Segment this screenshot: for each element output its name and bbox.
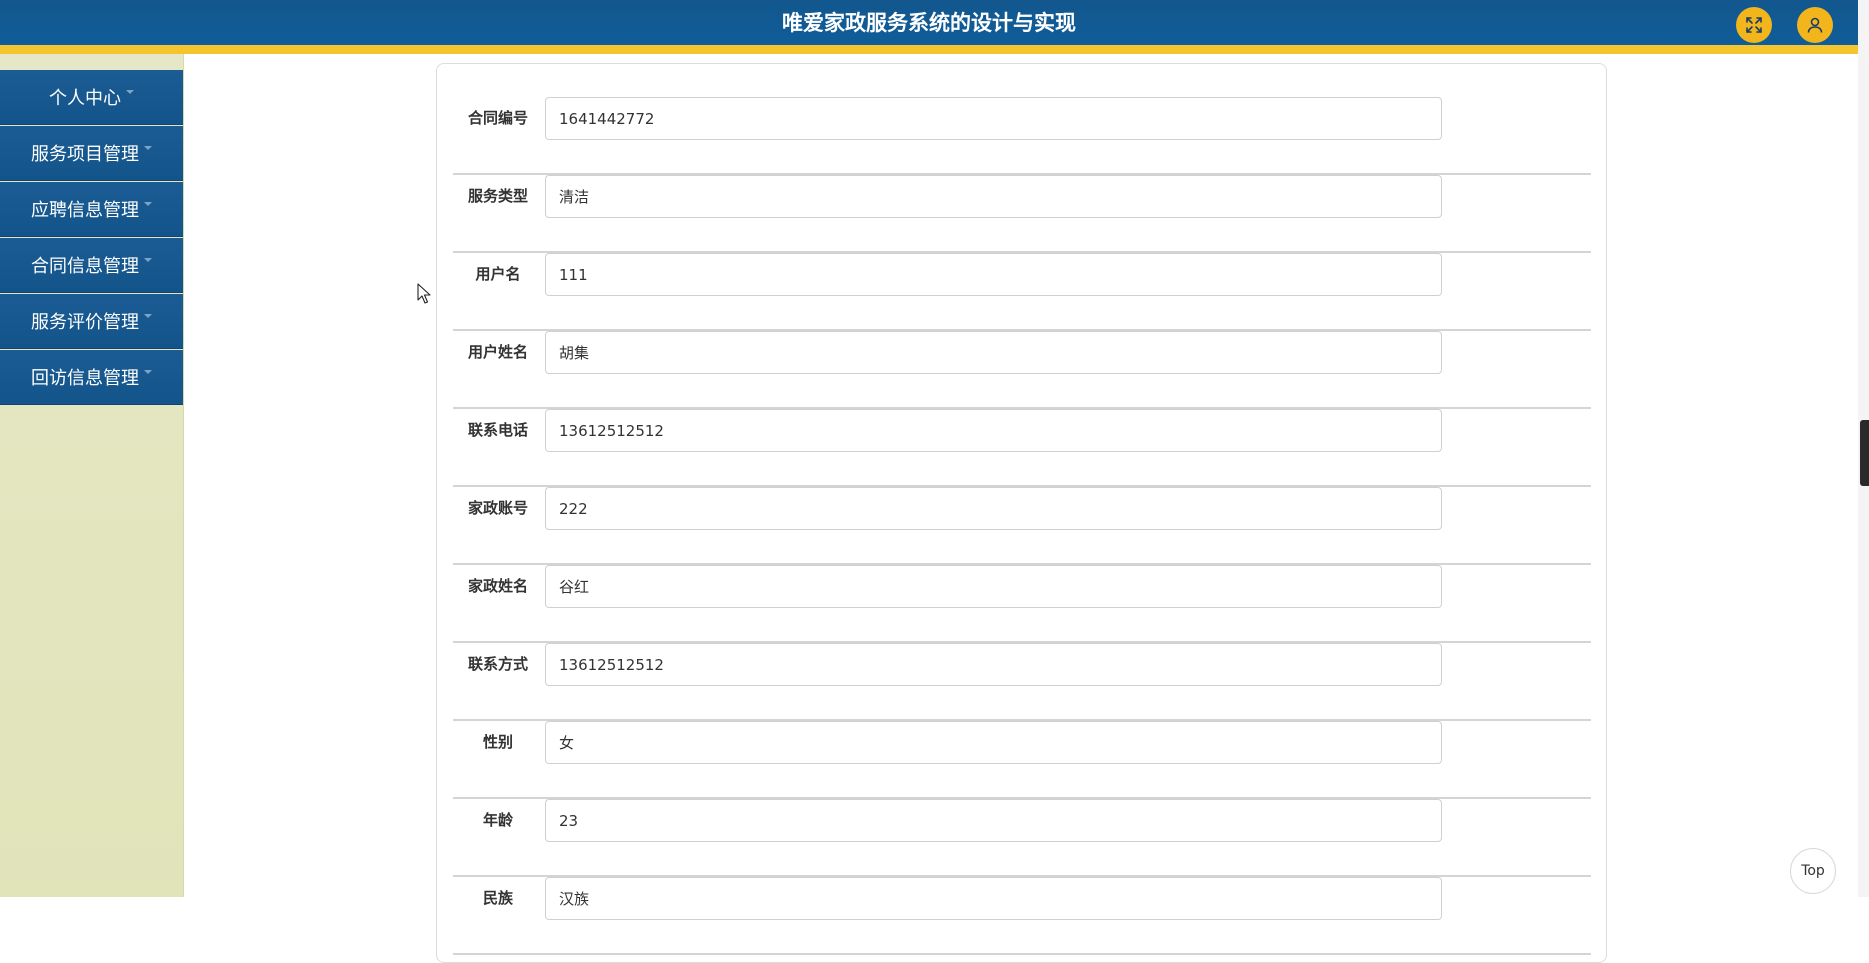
service-type-input[interactable] [545,175,1442,218]
system-title: 唯爱家政服务系统的设计与实现 [782,11,1076,35]
field-label: 用户姓名 [467,343,528,361]
sidebar-item-label: 应聘信息管理 [31,200,139,221]
contact-input[interactable] [545,643,1442,686]
field-label: 合同编号 [467,109,528,127]
form-row-gender: 性别 [453,721,1591,799]
sidebar-item-personal-center[interactable]: 个人中心 [0,70,183,125]
user-phone-input[interactable] [545,409,1442,452]
field-label: 性别 [482,733,513,751]
top-header: 唯爱家政服务系统的设计与实现 [0,0,1858,54]
fullscreen-button[interactable] [1736,7,1772,43]
sidebar-item-label: 回访信息管理 [31,368,139,389]
contract-detail-form: 合同编号 服务类型 用户名 用户姓名 联系电话 家政账号 家政姓名 联系方式 性… [436,63,1607,963]
user-fullname-input[interactable] [545,331,1442,374]
field-label: 民族 [482,889,513,907]
fullscreen-icon [1746,17,1762,33]
contract-number-input[interactable] [545,97,1442,140]
field-label: 年龄 [482,811,513,829]
ethnicity-input[interactable] [545,877,1442,920]
age-input[interactable] [545,799,1442,842]
sidebar: 个人中心 服务项目管理 应聘信息管理 合同信息管理 服务评价管理 回访信息管理 [0,54,184,897]
form-row-contact: 联系方式 [453,643,1591,721]
user-icon [1807,17,1823,33]
gender-input[interactable] [545,721,1442,764]
form-row-housekeeper-account: 家政账号 [453,487,1591,565]
caret-down-icon [144,258,152,262]
caret-down-icon [144,370,152,374]
form-row-service-type: 服务类型 [453,175,1591,253]
form-row-ethnicity: 民族 [453,877,1591,955]
sidebar-item-label: 服务项目管理 [31,144,139,165]
sidebar-item-service-projects[interactable]: 服务项目管理 [0,126,183,181]
housekeeper-account-input[interactable] [545,487,1442,530]
page-scrollbar[interactable] [1858,0,1869,897]
sidebar-item-reviews[interactable]: 服务评价管理 [0,294,183,349]
form-row-housekeeper-name: 家政姓名 [453,565,1591,643]
caret-down-icon [144,314,152,318]
sidebar-item-label: 合同信息管理 [31,256,139,277]
form-row-user-phone: 联系电话 [453,409,1591,487]
caret-down-icon [126,90,134,94]
mouse-cursor-icon [417,283,431,304]
username-input[interactable] [545,253,1442,296]
sidebar-item-label: 个人中心 [49,88,121,109]
scrollbar-thumb[interactable] [1860,420,1869,486]
user-menu-button[interactable] [1797,7,1833,43]
form-row-contract-number: 合同编号 [453,97,1591,175]
back-to-top-button[interactable]: Top [1790,848,1836,894]
caret-down-icon [144,146,152,150]
field-label: 联系方式 [467,655,528,673]
field-label: 联系电话 [467,421,528,439]
sidebar-item-follow-up[interactable]: 回访信息管理 [0,350,183,405]
form-row-age: 年龄 [453,799,1591,877]
caret-down-icon [144,202,152,206]
field-label: 服务类型 [467,187,528,205]
sidebar-item-label: 服务评价管理 [31,312,139,333]
field-label: 用户名 [475,265,521,283]
sidebar-item-applications[interactable]: 应聘信息管理 [0,182,183,237]
field-label: 家政账号 [467,499,528,517]
housekeeper-name-input[interactable] [545,565,1442,608]
field-label: 家政姓名 [467,577,528,595]
sidebar-item-contracts[interactable]: 合同信息管理 [0,238,183,293]
form-row-username: 用户名 [453,253,1591,331]
form-row-user-fullname: 用户姓名 [453,331,1591,409]
